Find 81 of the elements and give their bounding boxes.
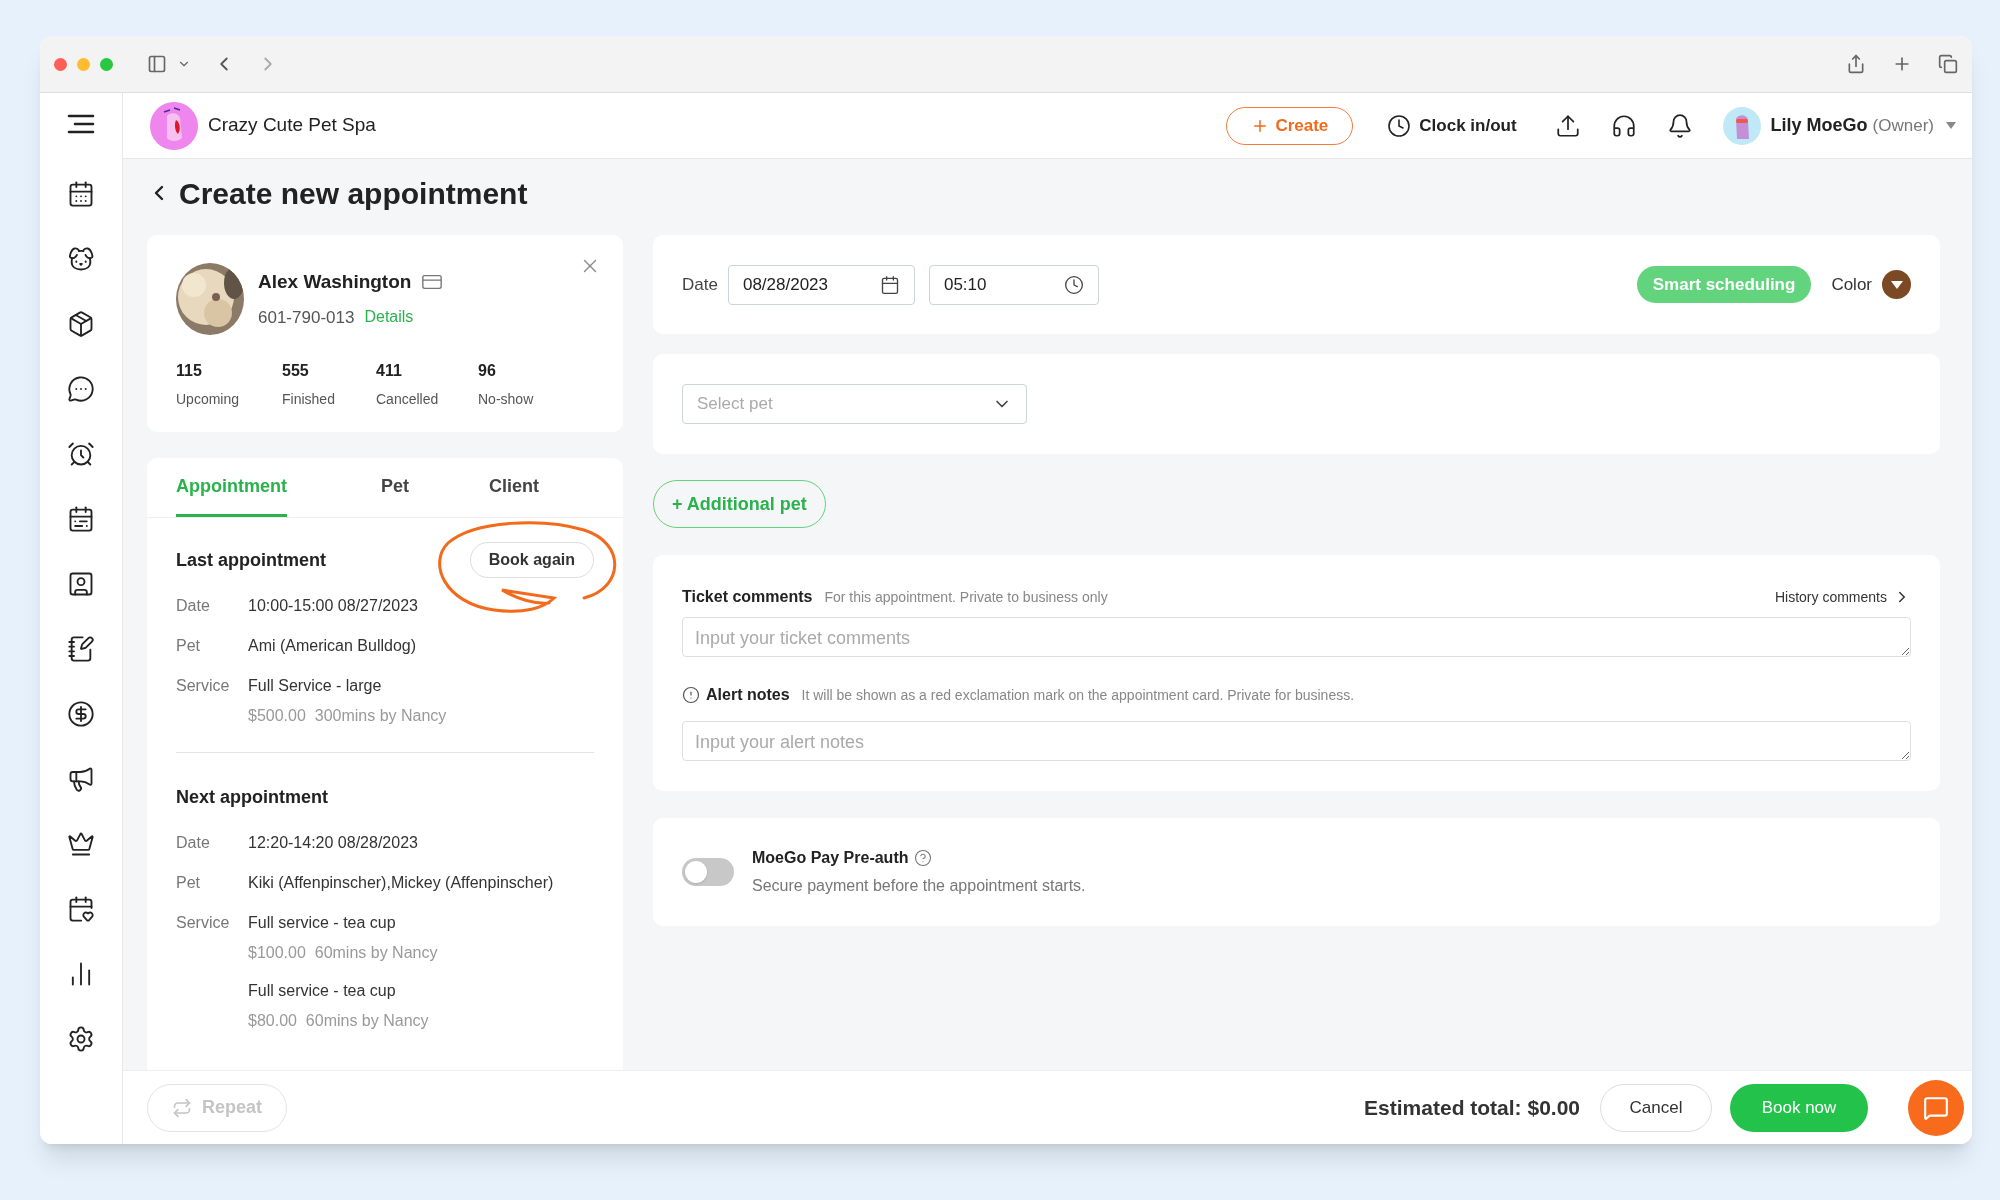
clock-button[interactable]: Clock in/out: [1387, 112, 1517, 139]
detail-value: Kiki (Affenpinscher),Mickey (Affenpinscher): [248, 873, 554, 893]
service-name: Full service - tea cup: [248, 913, 397, 933]
section-title: Next appointment: [176, 785, 328, 809]
chat-icon: [1923, 1094, 1949, 1121]
user-name[interactable]: Lily MoeGo: [1770, 112, 1868, 139]
stat-value: 555: [282, 361, 310, 381]
dollar-icon[interactable]: [67, 700, 95, 728]
tab[interactable]: Pet: [381, 458, 409, 517]
detail-label: Pet: [176, 636, 201, 656]
user-avatar[interactable]: [1722, 106, 1761, 145]
page-title: Create new appointment: [179, 175, 528, 212]
history-comments-link[interactable]: History comments: [1774, 586, 1887, 608]
stat-label: Cancelled: [376, 390, 440, 409]
ticket-comments-label: Ticket comments: [682, 587, 813, 607]
alert-icon: [682, 686, 700, 704]
business-name: Crazy Cute Pet Spa: [208, 113, 376, 138]
preauth-toggle[interactable]: [682, 858, 734, 886]
service-detail: $80.00 60mins by Nancy: [248, 1011, 430, 1031]
megaphone-icon[interactable]: [67, 765, 95, 793]
menu-icon[interactable]: [67, 113, 95, 135]
chat-icon[interactable]: [67, 375, 95, 403]
stat-label: Finished: [282, 390, 336, 409]
detail-label: Service: [176, 676, 231, 696]
alert-notes-label: Alert notes: [706, 685, 790, 705]
sidebar-toggle-icon[interactable]: [147, 54, 167, 74]
stat-label: Upcoming: [176, 390, 241, 409]
date-field[interactable]: 08/28/2023: [727, 264, 915, 305]
badge-icon[interactable]: [67, 570, 95, 598]
date-label: Date: [682, 273, 718, 296]
alert-notes-field[interactable]: Input your alert notes: [682, 721, 1911, 761]
detail-label: Date: [176, 596, 211, 616]
estimated-total: Estimated total: $0.00: [1364, 1094, 1580, 1121]
service-detail: $500.00 300mins by Nancy: [248, 706, 447, 726]
ticket-comments-hint: For this appointment. Private to business only: [824, 587, 1108, 607]
detail-value: 12:20-14:20 08/28/2023: [248, 833, 418, 853]
service-name: Full service - tea cup: [248, 981, 397, 1001]
headset-icon[interactable]: [1610, 112, 1637, 139]
stat-value: 115: [176, 361, 203, 381]
service-detail: $100.00 60mins by Nancy: [248, 943, 438, 963]
detail-label: Date: [176, 833, 211, 853]
time-field[interactable]: 05:10: [928, 264, 1099, 305]
client-phone: 601-790-013: [258, 306, 355, 329]
stat-value: 96: [478, 361, 497, 381]
detail-value: Ami (American Bulldog): [248, 636, 417, 656]
service-name: Full Service - large: [248, 676, 383, 696]
help-icon[interactable]: [914, 849, 933, 867]
calendar-icon[interactable]: [67, 180, 95, 208]
detail-label: Pet: [176, 873, 201, 893]
section-title: Last appointment: [176, 548, 326, 572]
tab[interactable]: Client: [489, 458, 539, 517]
detail-label: Service: [176, 913, 231, 933]
stat-label: No-show: [478, 390, 535, 409]
repeat-icon: [172, 1097, 192, 1118]
stat-value: 411: [376, 361, 403, 381]
tabs-icon[interactable]: [1938, 54, 1958, 74]
book-again-button[interactable]: Book again: [469, 542, 594, 578]
preauth-description: Secure payment before the appointment starts.: [752, 876, 1086, 896]
ticket-comments-field[interactable]: Input your ticket comments: [682, 617, 1911, 657]
calendar-icon: [879, 274, 900, 295]
user-role: (Owner): [1872, 114, 1934, 137]
detail-value: 10:00-15:00 08/27/2023: [248, 596, 418, 616]
dog-icon[interactable]: [67, 245, 95, 273]
settings-icon[interactable]: [67, 1025, 95, 1053]
share-icon[interactable]: [1846, 54, 1866, 74]
crown-icon[interactable]: [67, 830, 95, 858]
calendar-grid-icon[interactable]: [67, 505, 95, 533]
bell-icon[interactable]: [1666, 112, 1693, 139]
dropdown-caret-icon[interactable]: [1946, 122, 1956, 129]
alarm-clock-icon[interactable]: [67, 440, 95, 468]
color-label: Color: [1831, 273, 1872, 296]
color-swatch[interactable]: [1882, 270, 1911, 299]
clock-icon: [1387, 113, 1412, 138]
alert-notes-hint: It will be shown as a red exclamation mark on the appointment card. Private for business.: [801, 685, 1355, 705]
business-logo: [150, 101, 198, 150]
clock-icon: [1063, 274, 1084, 295]
caret-icon: [1890, 280, 1903, 289]
client-name: Alex Washington: [258, 270, 412, 294]
preauth-title: MoeGo Pay Pre-auth: [752, 848, 909, 868]
notebook-icon[interactable]: [67, 635, 95, 663]
calendar-heart-icon[interactable]: [67, 895, 95, 923]
